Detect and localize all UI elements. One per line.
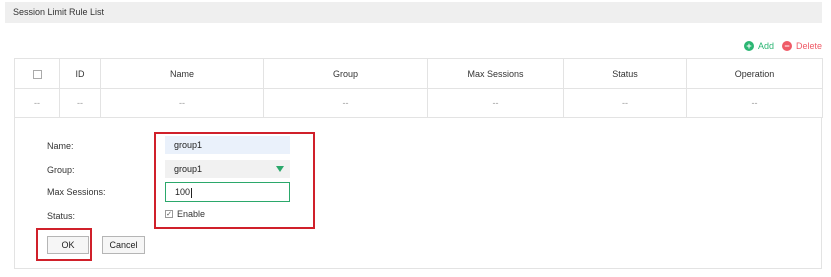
select-all-checkbox[interactable] [32, 69, 42, 79]
toolbar: + Add − Delete [743, 40, 822, 52]
table-cell: -- [100, 88, 264, 118]
group-label: Group: [47, 165, 75, 175]
column-header-status[interactable]: Status [563, 58, 687, 89]
table-cell: -- [263, 88, 428, 118]
select-all-cell[interactable] [14, 58, 60, 89]
delete-label: Delete [795, 41, 822, 51]
table-header-row: ID Name Group Max Sessions Status Operat… [14, 58, 823, 89]
highlight-box-fields [154, 132, 315, 229]
panel-header: Session Limit Rule List [5, 2, 822, 23]
table-cell: -- [686, 88, 823, 118]
add-label: Add [757, 41, 774, 51]
status-label: Status: [47, 211, 76, 221]
table-cell: -- [427, 88, 564, 118]
highlight-box-ok [36, 228, 92, 261]
column-header-group[interactable]: Group [263, 58, 428, 89]
panel-title: Session Limit Rule List [13, 7, 105, 17]
plus-icon: + [743, 41, 754, 51]
table-cell: -- [59, 88, 101, 118]
add-button[interactable]: + Add [743, 41, 774, 51]
name-label: Name: [47, 141, 74, 151]
column-header-max-sessions[interactable]: Max Sessions [427, 58, 564, 89]
minus-icon: − [781, 41, 792, 51]
delete-button[interactable]: − Delete [781, 41, 822, 51]
table-cell: -- [14, 88, 60, 118]
cancel-button[interactable]: Cancel [102, 236, 145, 254]
column-header-id[interactable]: ID [59, 58, 101, 89]
max-sessions-label: Max Sessions: [47, 187, 106, 197]
table-row: -- -- -- -- -- -- -- [14, 88, 823, 118]
rule-table: ID Name Group Max Sessions Status Operat… [14, 58, 823, 118]
column-header-name[interactable]: Name [100, 58, 264, 89]
column-header-operation[interactable]: Operation [686, 58, 823, 89]
table-cell: -- [563, 88, 687, 118]
